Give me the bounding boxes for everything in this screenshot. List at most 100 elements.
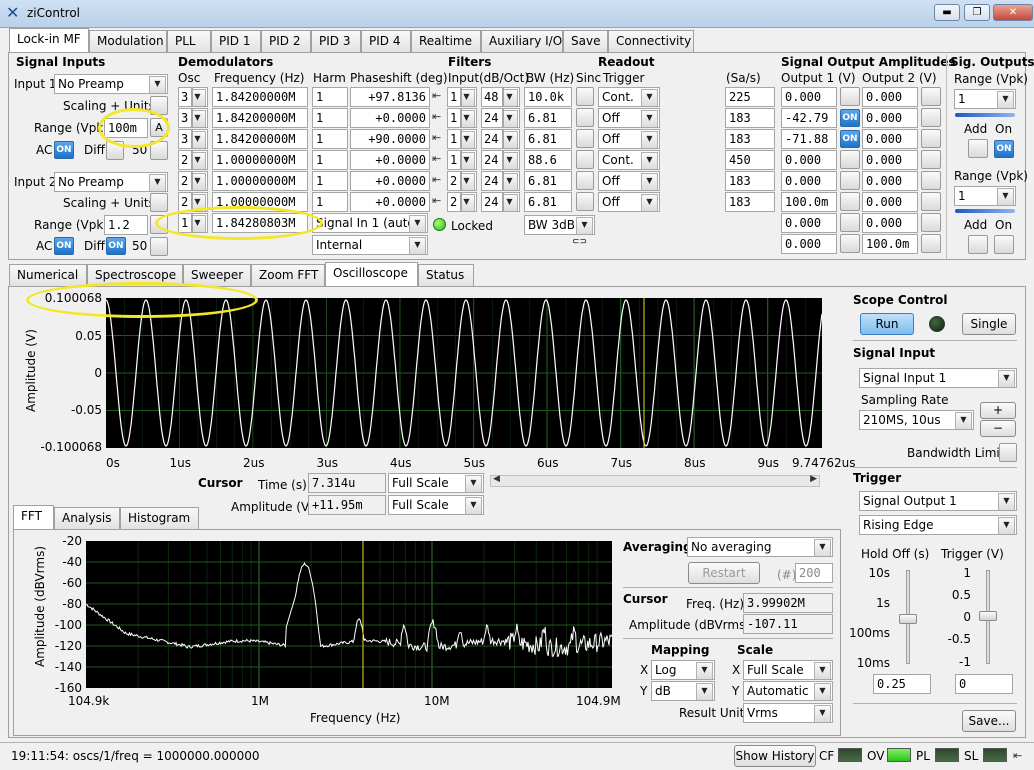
output1-amplitude-field[interactable]: -42.79 — [781, 108, 837, 128]
demod-osc-select[interactable] — [192, 150, 208, 170]
scope-plot[interactable] — [106, 298, 822, 448]
out1-on-toggle[interactable]: ON — [994, 140, 1014, 158]
fft-tab-fft[interactable]: FFT — [13, 505, 54, 529]
demod-phaseshift-field[interactable]: +0.0000 — [350, 150, 430, 170]
demod-phaseshift-field[interactable]: +90.0000 — [350, 129, 430, 149]
output1-enable-toggle[interactable] — [840, 192, 860, 211]
sinc-toggle[interactable] — [576, 150, 594, 169]
output1-amplitude-field[interactable]: -71.88 — [781, 129, 837, 149]
filter-bw-field[interactable]: 88.6 — [524, 150, 572, 170]
demod-osc-select[interactable] — [192, 87, 208, 107]
trigger-source-select[interactable]: Signal Output 1 — [859, 491, 1017, 511]
filter-order-select[interactable] — [503, 87, 520, 107]
demod-osc-select[interactable] — [192, 129, 208, 149]
demod-osc-field[interactable]: 3 — [178, 108, 192, 128]
filter-input-field[interactable]: 1 — [447, 87, 461, 107]
filter-input-select[interactable] — [461, 171, 477, 191]
readout-trigger-select[interactable]: Cont. — [598, 87, 660, 107]
demod-osc-select[interactable] — [192, 108, 208, 128]
readout-trigger-select[interactable]: Off — [598, 108, 660, 128]
scroll-right-icon[interactable]: ▶ — [810, 474, 817, 484]
filter-order-select[interactable] — [503, 192, 520, 212]
readout-trigger-select[interactable]: Off — [598, 192, 660, 212]
readout-rate-field[interactable]: 450 — [725, 150, 775, 170]
readout-rate-field[interactable]: 225 — [725, 87, 775, 107]
input1-preamp-select[interactable]: No Preamp — [54, 74, 168, 94]
output2-enable-toggle[interactable] — [921, 234, 941, 253]
zero-phase-icon[interactable]: ⇤ — [432, 110, 441, 123]
output2-amplitude-field[interactable]: 0.000 — [862, 171, 918, 191]
output2-amplitude-field[interactable]: 0.000 — [862, 108, 918, 128]
trigger-edge-select[interactable]: Rising Edge — [859, 515, 1017, 535]
zero-phase-icon[interactable]: ⇤ — [432, 173, 441, 186]
filter-input-field[interactable]: 1 — [447, 129, 461, 149]
result-unit-select[interactable]: Vrms — [743, 703, 833, 723]
filter-input-select[interactable] — [461, 129, 477, 149]
input2-preamp-select[interactable]: No Preamp — [54, 172, 168, 192]
sampling-plus-button[interactable]: + — [980, 402, 1016, 419]
filter-input-field[interactable]: 1 — [447, 108, 461, 128]
sinc-toggle[interactable] — [576, 108, 594, 127]
fft-plot[interactable] — [86, 541, 612, 688]
demod-harm-field[interactable]: 1 — [312, 171, 348, 191]
output1-enable-toggle[interactable]: ON — [840, 109, 860, 127]
demod-osc-field[interactable]: 2 — [178, 171, 192, 191]
link-icon[interactable]: ⊂⊃ — [572, 237, 587, 247]
demod-harm-field[interactable]: 1 — [312, 108, 348, 128]
filter-order-field[interactable]: 24 — [481, 171, 503, 191]
tab-pid-2[interactable]: PID 2 — [261, 30, 311, 52]
output2-enable-toggle[interactable] — [921, 150, 941, 169]
subtab-numerical[interactable]: Numerical — [9, 264, 87, 286]
ac2-toggle[interactable]: ON — [54, 237, 74, 255]
input2-scaling-button[interactable] — [150, 193, 168, 212]
demod-harm-field[interactable]: 1 — [312, 150, 348, 170]
zero-phase-icon[interactable]: ⇤ — [432, 152, 441, 165]
filter-order-select[interactable] — [503, 108, 520, 128]
filter-order-field[interactable]: 24 — [481, 150, 503, 170]
range2-field[interactable]: 1.2 — [104, 215, 148, 235]
readout-trigger-select[interactable]: Off — [598, 171, 660, 191]
output1-amplitude-field[interactable]: 0.000 — [781, 171, 837, 191]
filter-order-select[interactable] — [503, 150, 520, 170]
sinc-toggle[interactable] — [576, 192, 594, 211]
y-scale-select[interactable]: Automatic — [743, 681, 833, 701]
output2-enable-toggle[interactable] — [921, 213, 941, 232]
scope-scrollbar[interactable]: ◀ ▶ — [490, 474, 820, 487]
output1-enable-toggle[interactable] — [840, 171, 860, 190]
filter-input-field[interactable]: 2 — [447, 192, 461, 212]
out2-on-toggle[interactable] — [994, 235, 1014, 254]
zero-phase-icon[interactable]: ⇤ — [432, 89, 441, 102]
diff2-toggle[interactable]: ON — [106, 237, 126, 255]
collapse-icon[interactable]: ⇤ — [1013, 749, 1022, 762]
filter-input-field[interactable]: 1 — [447, 150, 461, 170]
sinc-toggle[interactable] — [576, 129, 594, 148]
filter-bw-field[interactable]: 10.0k — [524, 87, 572, 107]
readout-rate-field[interactable]: 183 — [725, 108, 775, 128]
demod-phaseshift-field[interactable]: +0.0000 — [350, 171, 430, 191]
tab-pll[interactable]: PLL — [167, 30, 211, 52]
subtab-oscilloscope[interactable]: Oscilloscope — [325, 262, 418, 286]
demod-phaseshift-field[interactable]: +0.0000 — [350, 192, 430, 212]
output2-amplitude-field[interactable]: 0.000 — [862, 150, 918, 170]
output1-enable-toggle[interactable] — [840, 150, 860, 169]
scope-amp-scale-select[interactable]: Full Scale — [388, 495, 484, 515]
demod-osc-field[interactable]: 3 — [178, 87, 192, 107]
averaging-select[interactable]: No averaging — [687, 537, 833, 557]
output2-amplitude-field[interactable]: 0.000 — [862, 213, 918, 233]
zero-phase-icon[interactable]: ⇤ — [432, 131, 441, 144]
demod-osc-field[interactable]: 3 — [178, 129, 192, 149]
fft-tab-histogram[interactable]: Histogram — [120, 507, 199, 529]
out1-range-select[interactable]: 1 — [954, 89, 1016, 109]
filter-order-field[interactable]: 24 — [481, 192, 503, 212]
output1-amplitude-field[interactable]: 0.000 — [781, 234, 837, 254]
scope-signal-input-select[interactable]: Signal Input 1 — [859, 368, 1017, 388]
output1-enable-toggle[interactable] — [840, 87, 860, 106]
output1-amplitude-field[interactable]: 0.000 — [781, 213, 837, 233]
output1-amplitude-field[interactable]: 0.000 — [781, 150, 837, 170]
restart-button[interactable]: Restart — [688, 562, 760, 584]
count-field[interactable]: 200 — [795, 563, 833, 583]
tab-modulation[interactable]: Modulation — [89, 30, 167, 52]
save-button[interactable]: Save... — [962, 710, 1016, 732]
sampling-minus-button[interactable]: − — [980, 420, 1016, 437]
holdoff-field[interactable]: 0.25 — [873, 674, 931, 694]
